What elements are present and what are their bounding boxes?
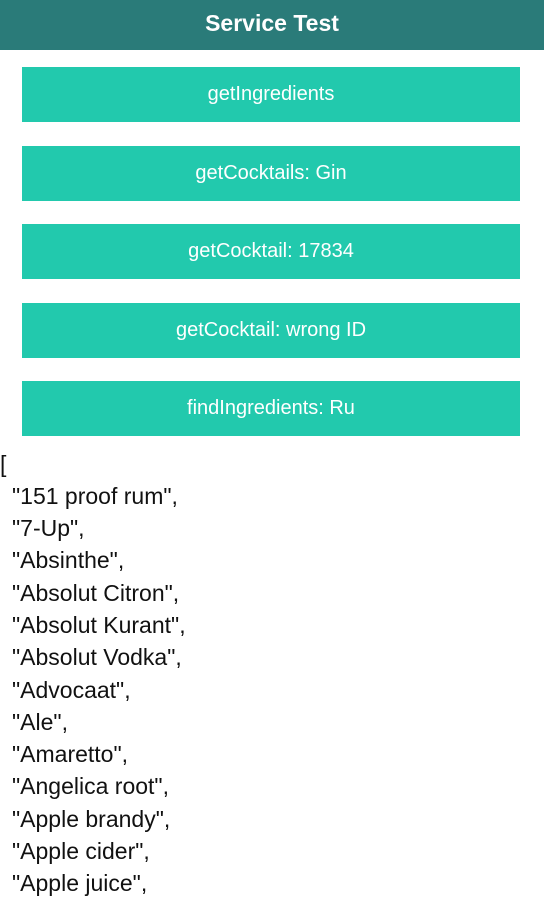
list-item: "Absolut Citron",	[12, 579, 180, 606]
get-cocktail-wrong-id-button[interactable]: getCocktail: wrong ID	[22, 302, 520, 358]
navigation-bar: Service Test	[0, 0, 544, 50]
get-ingredients-button[interactable]: getIngredients	[22, 67, 520, 122]
page-title: Service Test	[205, 9, 339, 36]
list-item: "Apple cider",	[12, 838, 150, 865]
list-item: "Absolut Kurant",	[12, 611, 186, 638]
list-item: "Absolut Vodka",	[12, 644, 182, 671]
json-output: [ "151 proof rum", "7-Up", "Absinthe", "…	[0, 448, 544, 900]
list-item: "7-Up",	[12, 515, 85, 542]
list-item: "Amaretto",	[12, 741, 129, 768]
list-item: "151 proof rum",	[12, 482, 178, 509]
service-button-list: getIngredients getCocktails: Gin getCock…	[0, 50, 544, 436]
get-cocktails-gin-button[interactable]: getCocktails: Gin	[22, 145, 520, 201]
find-ingredients-ru-button[interactable]: findIngredients: Ru	[22, 381, 520, 436]
list-item: "Apple brandy",	[12, 805, 171, 832]
list-item: "Absinthe",	[12, 547, 125, 574]
app-screen: Service Test getIngredients getCocktails…	[0, 0, 544, 924]
open-bracket: [	[0, 450, 7, 477]
list-item: "Ale",	[12, 708, 68, 735]
get-cocktail-17834-button[interactable]: getCocktail: 17834	[22, 224, 520, 279]
list-item: "Angelica root",	[12, 773, 169, 800]
list-item: "Advocaat",	[12, 676, 131, 703]
list-item: "Apple juice",	[12, 870, 148, 897]
